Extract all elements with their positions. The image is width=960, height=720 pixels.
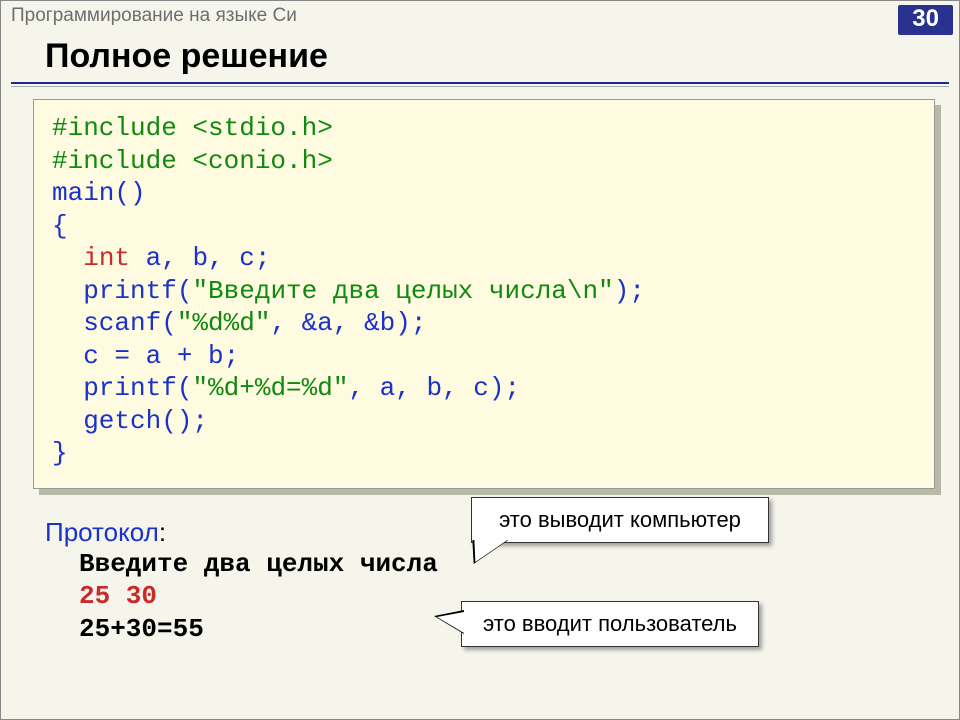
code-line: c = a + b; — [52, 341, 239, 371]
title-bar: Программирование на языке Си 30 — [1, 1, 959, 37]
slide-number: 30 — [898, 5, 953, 35]
callout-computer: это выводит компьютер — [471, 497, 769, 543]
protocol-label: Протокол — [45, 517, 159, 547]
code-line: #include <conio.h> — [52, 146, 333, 176]
code-keyword: int — [83, 243, 130, 273]
code-block: #include <stdio.h> #include <conio.h> ma… — [33, 99, 935, 489]
slide-heading: Полное решение — [45, 37, 959, 76]
code-text: ); — [614, 276, 645, 306]
callout-user: это вводит пользователь — [461, 601, 759, 647]
divider-primary — [11, 82, 949, 84]
slide: Программирование на языке Си 30 Полное р… — [0, 0, 960, 720]
code-line: } — [52, 438, 68, 468]
code-string: "Введите два целых числа\n" — [192, 276, 613, 306]
course-title: Программирование на языке Си — [11, 5, 297, 27]
code-line: getch(); — [52, 406, 208, 436]
code-content: #include <stdio.h> #include <conio.h> ma… — [33, 99, 935, 489]
code-string: "%d%d" — [177, 308, 271, 338]
callout-tail-icon — [434, 610, 464, 634]
code-line: main() — [52, 178, 146, 208]
code-line: { — [52, 211, 68, 241]
code-indent — [52, 243, 83, 273]
protocol-output: Введите два целых числа — [79, 548, 959, 581]
code-text: , &a, &b); — [270, 308, 426, 338]
code-text: printf( — [52, 373, 192, 403]
code-text: , a, b, c); — [348, 373, 520, 403]
code-text: scanf( — [52, 308, 177, 338]
code-string: "%d+%d=%d" — [192, 373, 348, 403]
code-text: a, b, c; — [130, 243, 270, 273]
callout-text: это выводит компьютер — [499, 507, 741, 532]
code-text: printf( — [52, 276, 192, 306]
code-line: #include <stdio.h> — [52, 113, 333, 143]
protocol-colon: : — [159, 517, 166, 547]
callout-text: это вводит пользователь — [483, 611, 737, 636]
divider-secondary — [11, 86, 949, 87]
